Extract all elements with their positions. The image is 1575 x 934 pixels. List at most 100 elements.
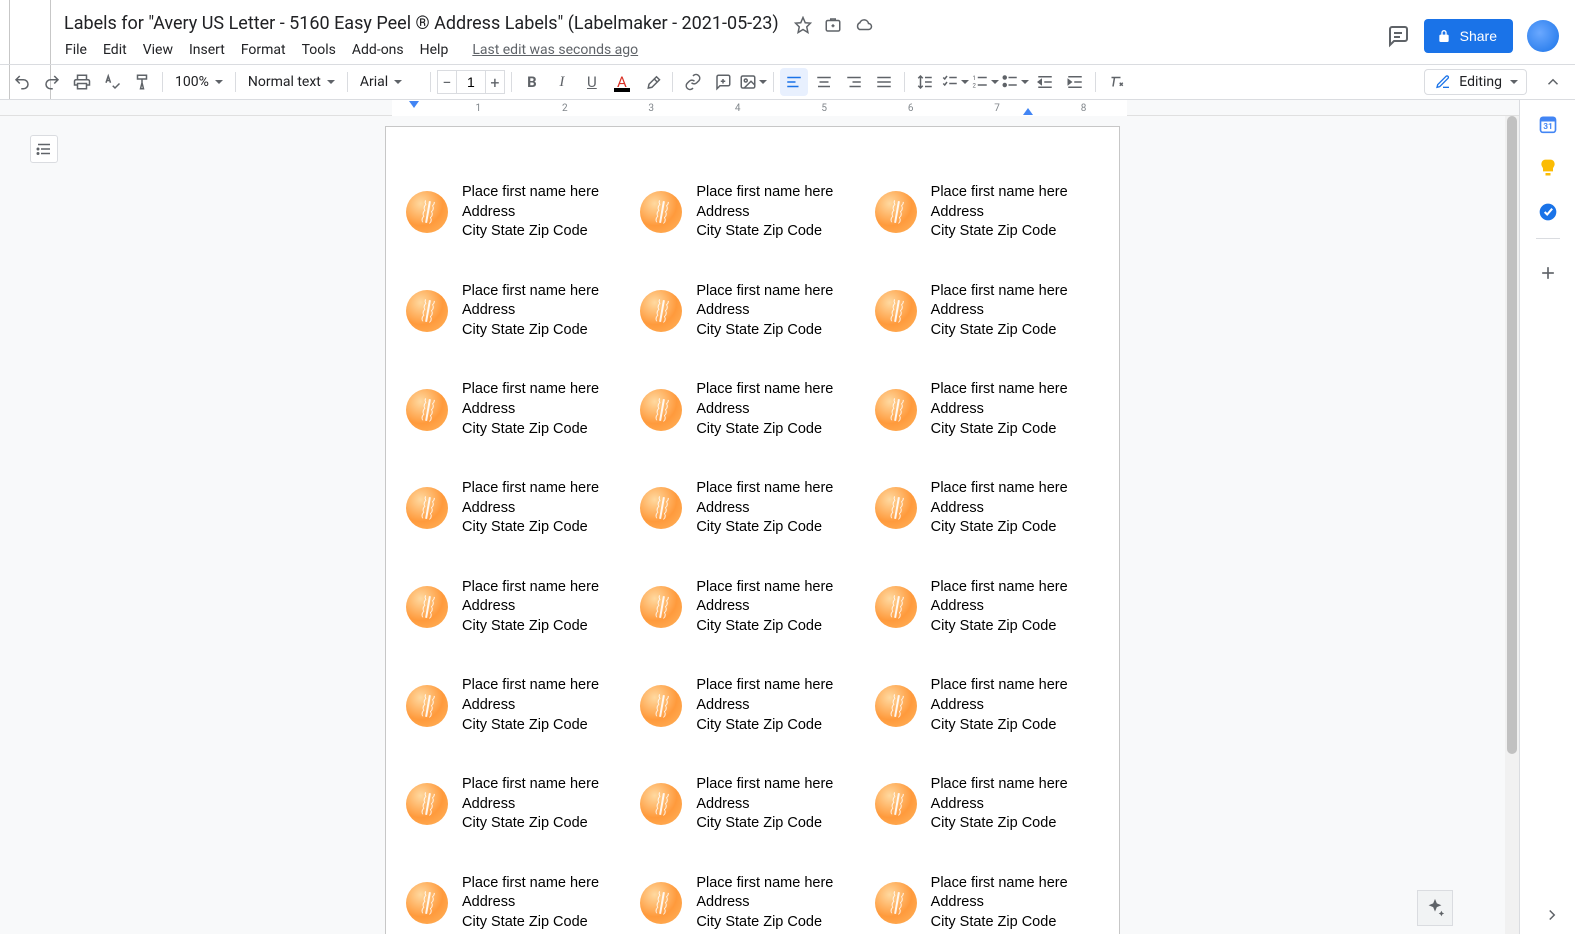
label-cell[interactable]: Place first name hereAddressCity State Z… — [406, 578, 630, 637]
font-size-decrease[interactable]: − — [437, 70, 457, 94]
label-cell[interactable]: Place first name hereAddressCity State Z… — [640, 380, 864, 439]
underline-button[interactable]: U — [578, 68, 606, 96]
menu-tools[interactable]: Tools — [295, 38, 343, 62]
label-text[interactable]: Place first name hereAddressCity State Z… — [931, 578, 1068, 637]
menu-addons[interactable]: Add-ons — [345, 38, 411, 62]
comments-icon[interactable] — [1386, 24, 1410, 48]
align-center-button[interactable] — [810, 68, 838, 96]
menu-help[interactable]: Help — [413, 38, 456, 62]
vertical-scrollbar[interactable] — [1505, 116, 1519, 934]
label-text[interactable]: Place first name hereAddressCity State Z… — [696, 874, 833, 933]
label-text[interactable]: Place first name hereAddressCity State Z… — [931, 775, 1068, 834]
menu-edit[interactable]: Edit — [96, 38, 134, 62]
highlight-button[interactable] — [638, 68, 666, 96]
decrease-indent-button[interactable] — [1031, 68, 1059, 96]
keep-icon[interactable] — [1538, 158, 1558, 178]
bold-button[interactable]: B — [518, 68, 546, 96]
label-cell[interactable]: Place first name hereAddressCity State Z… — [406, 775, 630, 834]
menu-insert[interactable]: Insert — [182, 38, 232, 62]
label-cell[interactable]: Place first name hereAddressCity State Z… — [640, 479, 864, 538]
increase-indent-button[interactable] — [1061, 68, 1089, 96]
horizontal-ruler[interactable]: 12345678 — [0, 100, 1519, 116]
label-text[interactable]: Place first name hereAddressCity State Z… — [696, 578, 833, 637]
font-size-increase[interactable]: + — [485, 70, 505, 94]
move-icon[interactable] — [824, 16, 842, 34]
label-text[interactable]: Place first name hereAddressCity State Z… — [462, 479, 599, 538]
label-cell[interactable]: Place first name hereAddressCity State Z… — [640, 676, 864, 735]
add-addon-icon[interactable] — [1538, 263, 1558, 283]
label-text[interactable]: Place first name hereAddressCity State Z… — [931, 676, 1068, 735]
star-icon[interactable] — [794, 16, 812, 34]
align-right-button[interactable] — [840, 68, 868, 96]
font-size-input[interactable] — [457, 70, 485, 94]
undo-button[interactable] — [8, 68, 36, 96]
add-comment-button[interactable] — [709, 68, 737, 96]
style-combo[interactable]: Normal text — [242, 70, 341, 94]
checklist-button[interactable] — [941, 68, 969, 96]
menu-view[interactable]: View — [136, 38, 180, 62]
label-text[interactable]: Place first name hereAddressCity State Z… — [462, 874, 599, 933]
insert-link-button[interactable] — [679, 68, 707, 96]
label-text[interactable]: Place first name hereAddressCity State Z… — [931, 380, 1068, 439]
spellcheck-button[interactable] — [98, 68, 126, 96]
label-text[interactable]: Place first name hereAddressCity State Z… — [462, 282, 599, 341]
label-cell[interactable]: Place first name hereAddressCity State Z… — [640, 775, 864, 834]
mode-editing-button[interactable]: Editing — [1424, 69, 1527, 95]
cloud-status-icon[interactable] — [854, 16, 874, 34]
line-spacing-button[interactable] — [911, 68, 939, 96]
calendar-icon[interactable]: 31 — [1538, 114, 1558, 134]
label-cell[interactable]: Place first name hereAddressCity State Z… — [875, 380, 1099, 439]
paint-format-button[interactable] — [128, 68, 156, 96]
clear-formatting-button[interactable] — [1102, 68, 1130, 96]
label-text[interactable]: Place first name hereAddressCity State Z… — [931, 479, 1068, 538]
font-combo[interactable]: Arial — [354, 70, 424, 94]
document-page[interactable]: Place first name hereAddressCity State Z… — [385, 126, 1120, 934]
account-avatar[interactable] — [1527, 20, 1559, 52]
text-color-button[interactable]: A — [608, 68, 636, 96]
label-cell[interactable]: Place first name hereAddressCity State Z… — [875, 183, 1099, 242]
redo-button[interactable] — [38, 68, 66, 96]
share-button[interactable]: Share — [1424, 19, 1513, 53]
tasks-icon[interactable] — [1538, 202, 1558, 222]
label-cell[interactable]: Place first name hereAddressCity State Z… — [875, 578, 1099, 637]
label-text[interactable]: Place first name hereAddressCity State Z… — [462, 380, 599, 439]
label-text[interactable]: Place first name hereAddressCity State Z… — [696, 183, 833, 242]
label-text[interactable]: Place first name hereAddressCity State Z… — [931, 282, 1068, 341]
hide-menus-button[interactable] — [1539, 68, 1567, 96]
italic-button[interactable]: I — [548, 68, 576, 96]
bulleted-list-button[interactable] — [1001, 68, 1029, 96]
label-text[interactable]: Place first name hereAddressCity State Z… — [931, 183, 1068, 242]
align-left-button[interactable] — [780, 68, 808, 96]
label-cell[interactable]: Place first name hereAddressCity State Z… — [875, 676, 1099, 735]
label-cell[interactable]: Place first name hereAddressCity State Z… — [640, 282, 864, 341]
label-cell[interactable]: Place first name hereAddressCity State Z… — [875, 479, 1099, 538]
scrollbar-thumb[interactable] — [1507, 116, 1517, 754]
last-edit-link[interactable]: Last edit was seconds ago — [465, 38, 645, 62]
doc-title[interactable]: Labels for "Avery US Letter - 5160 Easy … — [58, 11, 785, 36]
label-cell[interactable]: Place first name hereAddressCity State Z… — [406, 874, 630, 933]
label-cell[interactable]: Place first name hereAddressCity State Z… — [406, 183, 630, 242]
label-cell[interactable]: Place first name hereAddressCity State Z… — [640, 578, 864, 637]
label-cell[interactable]: Place first name hereAddressCity State Z… — [406, 479, 630, 538]
zoom-combo[interactable]: 100% — [169, 70, 229, 94]
label-text[interactable]: Place first name hereAddressCity State Z… — [696, 676, 833, 735]
label-text[interactable]: Place first name hereAddressCity State Z… — [696, 775, 833, 834]
indent-marker-right[interactable] — [1023, 108, 1033, 115]
explore-button[interactable] — [1417, 890, 1453, 926]
label-cell[interactable]: Place first name hereAddressCity State Z… — [875, 775, 1099, 834]
label-text[interactable]: Place first name hereAddressCity State Z… — [462, 775, 599, 834]
label-text[interactable]: Place first name hereAddressCity State Z… — [696, 380, 833, 439]
menu-file[interactable]: File — [58, 38, 94, 62]
print-button[interactable] — [68, 68, 96, 96]
label-cell[interactable]: Place first name hereAddressCity State Z… — [406, 676, 630, 735]
menu-format[interactable]: Format — [234, 38, 293, 62]
document-canvas[interactable]: Place first name hereAddressCity State Z… — [0, 116, 1505, 934]
indent-marker-left[interactable] — [409, 101, 419, 108]
label-cell[interactable]: Place first name hereAddressCity State Z… — [640, 183, 864, 242]
label-text[interactable]: Place first name hereAddressCity State Z… — [462, 578, 599, 637]
label-text[interactable]: Place first name hereAddressCity State Z… — [696, 282, 833, 341]
label-cell[interactable]: Place first name hereAddressCity State Z… — [875, 282, 1099, 341]
label-text[interactable]: Place first name hereAddressCity State Z… — [696, 479, 833, 538]
label-text[interactable]: Place first name hereAddressCity State Z… — [462, 676, 599, 735]
numbered-list-button[interactable]: 12 — [971, 68, 999, 96]
